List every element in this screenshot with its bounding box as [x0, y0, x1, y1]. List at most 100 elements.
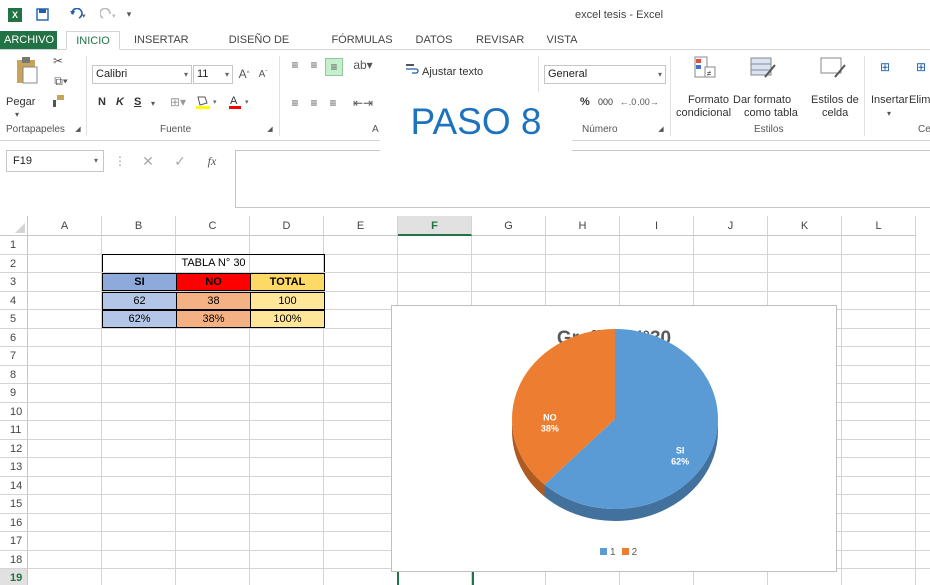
table-cell-total-count[interactable]: 100 — [250, 292, 325, 310]
formula-input[interactable] — [235, 150, 930, 208]
align-right-icon[interactable]: ≡ — [325, 96, 341, 110]
insert-dropdown-icon[interactable]: ▾ — [884, 108, 894, 118]
row-header-16[interactable]: 16 — [0, 513, 28, 532]
paste-button[interactable]: Pegar — [6, 96, 35, 108]
wrap-text-button[interactable]: Ajustar texto — [422, 66, 483, 78]
data-label-pct-no[interactable]: 38% — [541, 423, 559, 433]
orientation-icon[interactable]: ab▾ — [352, 58, 374, 72]
align-top-icon[interactable]: ≡ — [287, 58, 303, 72]
column-header-d[interactable]: D — [250, 216, 324, 236]
column-header-i[interactable]: I — [620, 216, 694, 236]
chart-legend[interactable]: 1 2 — [600, 547, 637, 558]
align-bottom-icon[interactable]: ≡ — [325, 58, 343, 76]
data-label-name-si[interactable]: SI — [676, 446, 685, 456]
conditional-format-label-2[interactable]: condicional — [676, 107, 731, 119]
column-header-e[interactable]: E — [324, 216, 398, 236]
row-header-1[interactable]: 1 — [0, 236, 28, 255]
tab-diseno-de-pagina[interactable]: DISEÑO DE PÁGINA — [203, 31, 315, 65]
column-header-a[interactable]: A — [28, 216, 102, 236]
clipboard-launcher-icon[interactable]: ◢ — [74, 125, 82, 133]
insert-cells-icon[interactable]: ⊞ — [874, 54, 896, 80]
thousands-separator-button[interactable]: 000 — [598, 97, 613, 107]
increase-decimal-icon[interactable]: ←.0 — [620, 94, 637, 110]
legend-item-2[interactable]: 2 — [621, 547, 637, 558]
table-cell-si-percent[interactable]: 62% — [102, 310, 177, 328]
format-as-table-label-1[interactable]: Dar formato — [733, 94, 791, 106]
row-header-17[interactable]: 17 — [0, 532, 28, 551]
decrease-decimal-icon[interactable]: .00→ — [637, 94, 659, 110]
tab-revisar[interactable]: REVISAR — [472, 31, 528, 50]
font-size-select[interactable]: 11 ▾ — [193, 65, 233, 84]
font-color-icon[interactable]: A ▾ — [226, 94, 256, 110]
cut-icon[interactable]: ✂ — [50, 54, 66, 68]
table-cell-no-count[interactable]: 38 — [176, 292, 251, 310]
enter-formula-icon[interactable]: ✓ — [172, 153, 188, 169]
row-header-10[interactable]: 10 — [0, 402, 28, 421]
row-header-11[interactable]: 11 — [0, 421, 28, 440]
row-header-18[interactable]: 18 — [0, 550, 28, 569]
row-header-12[interactable]: 12 — [0, 439, 28, 458]
fill-color-icon[interactable]: ▾ — [193, 94, 223, 110]
delete-cells-button[interactable]: Elim — [909, 94, 930, 106]
row-header-5[interactable]: 5 — [0, 310, 28, 329]
column-header-f[interactable]: F — [398, 216, 472, 236]
bold-button[interactable]: N — [98, 96, 106, 108]
table-header-si[interactable]: SI — [102, 273, 177, 291]
row-header-15[interactable]: 15 — [0, 495, 28, 514]
insert-cells-button[interactable]: Insertar — [871, 94, 908, 106]
column-header-k[interactable]: K — [768, 216, 842, 236]
decrease-font-icon[interactable]: Aˇ — [256, 66, 270, 82]
row-header-9[interactable]: 9 — [0, 384, 28, 403]
delete-cells-icon[interactable]: ⊞ — [912, 54, 930, 80]
conditional-format-icon[interactable]: ≠ — [692, 54, 718, 80]
name-box[interactable]: F19 ▾ — [6, 150, 104, 172]
copy-icon[interactable]: ⧉▾ — [50, 74, 72, 88]
excel-logo-icon[interactable]: X — [8, 8, 22, 22]
insert-function-icon[interactable]: fx — [203, 153, 221, 169]
format-painter-icon[interactable] — [50, 94, 66, 108]
column-header-h[interactable]: H — [546, 216, 620, 236]
tab-formulas[interactable]: FÓRMULAS — [327, 31, 397, 50]
column-header-c[interactable]: C — [176, 216, 250, 236]
save-icon[interactable] — [34, 6, 50, 22]
column-header-b[interactable]: B — [102, 216, 176, 236]
align-left-icon[interactable]: ≡ — [287, 96, 303, 110]
row-header-2[interactable]: 2 — [0, 254, 28, 273]
table-cell-no-percent[interactable]: 38% — [176, 310, 251, 328]
select-all-corner[interactable] — [0, 216, 28, 236]
wrap-text-icon[interactable] — [404, 62, 420, 76]
tab-insertar[interactable]: INSERTAR — [130, 31, 189, 50]
cell-styles-label-2[interactable]: celda — [822, 107, 848, 119]
row-header-14[interactable]: 14 — [0, 476, 28, 495]
italic-button[interactable]: K — [116, 96, 124, 108]
customize-qat-icon[interactable]: ▾ — [124, 6, 134, 22]
paste-icon[interactable] — [12, 54, 42, 86]
number-format-select[interactable]: General ▾ — [544, 65, 666, 84]
row-header-13[interactable]: 13 — [0, 458, 28, 477]
cell-styles-label-1[interactable]: Estilos de — [811, 94, 859, 106]
redo-icon[interactable]: ▾ — [98, 6, 120, 22]
table-cell-total-percent[interactable]: 100% — [250, 310, 325, 328]
indent-icon[interactable]: ⇤⇥ — [352, 96, 374, 110]
row-header-7[interactable]: 7 — [0, 347, 28, 366]
row-header-6[interactable]: 6 — [0, 328, 28, 347]
row-header-3[interactable]: 3 — [0, 273, 28, 292]
align-middle-icon[interactable]: ≡ — [306, 58, 322, 72]
row-header-8[interactable]: 8 — [0, 365, 28, 384]
row-header-4[interactable]: 4 — [0, 291, 28, 310]
pie-chart[interactable]: Grafico N°30 SI62%NO38% 1 2 — [391, 305, 837, 572]
borders-icon[interactable]: ⊞▾ — [165, 94, 191, 110]
tab-datos[interactable]: DATOS — [411, 31, 457, 50]
font-name-select[interactable]: Calibri ▾ — [92, 65, 192, 84]
pie-plot-area[interactable]: SI62% NO38% — [392, 306, 838, 573]
underline-dropdown-icon[interactable]: ▾ — [148, 96, 158, 110]
font-launcher-icon[interactable]: ◢ — [266, 125, 274, 133]
format-as-table-label-2[interactable]: como tabla — [744, 107, 798, 119]
underline-button[interactable]: S — [134, 96, 141, 108]
percent-style-button[interactable]: % — [580, 96, 590, 108]
row-header-19[interactable]: 19 — [0, 569, 28, 585]
undo-icon[interactable]: ▾ — [66, 6, 90, 22]
cell-styles-icon[interactable] — [818, 54, 848, 80]
tab-vista[interactable]: VISTA — [542, 31, 582, 50]
active-cell-f19[interactable] — [397, 572, 474, 585]
